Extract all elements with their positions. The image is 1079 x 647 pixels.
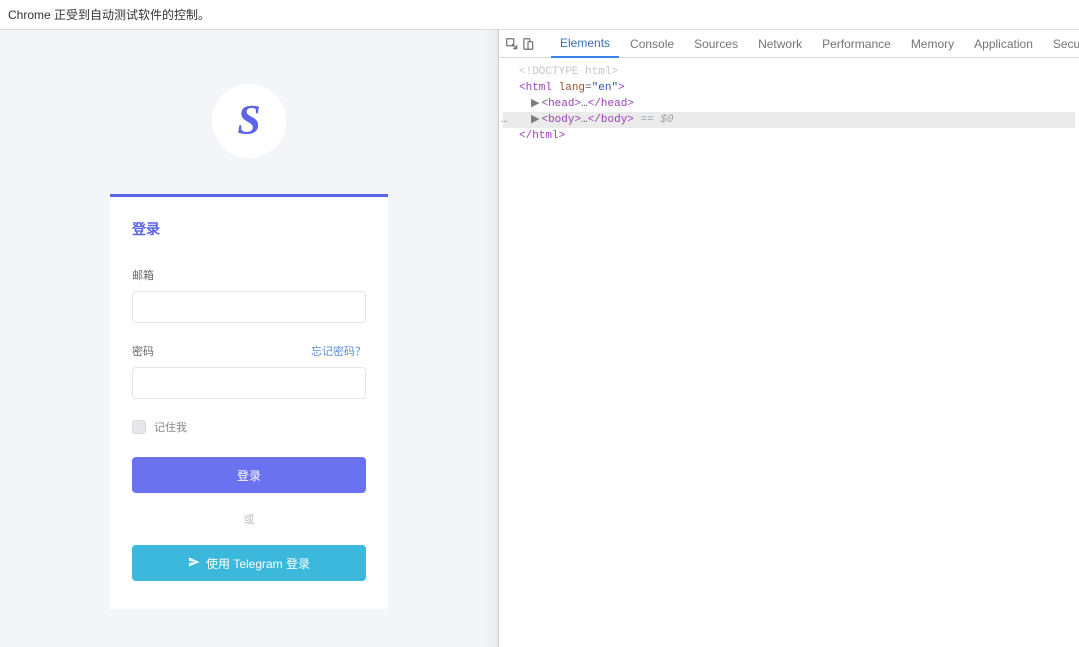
dom-html-open[interactable]: <html lang="en"> (503, 80, 1075, 96)
tab-sources[interactable]: Sources (685, 30, 747, 58)
login-card: 登录 邮箱 密码 忘记密码？ 记住我 登录 或 使 (110, 194, 388, 609)
scroll-shadow (484, 30, 498, 647)
tab-performance[interactable]: Performance (813, 30, 900, 58)
remember-me-checkbox[interactable] (132, 420, 146, 434)
remember-me-label: 记住我 (154, 419, 187, 435)
inspect-element-icon[interactable] (505, 34, 519, 54)
dom-doctype[interactable]: <!DOCTYPE html> (503, 64, 1075, 80)
automation-notice-bar: Chrome 正受到自动测试软件的控制。 (0, 0, 1079, 30)
app-logo: S (212, 84, 286, 158)
automation-notice-text: Chrome 正受到自动测试软件的控制。 (8, 8, 210, 22)
logo-letter: S (237, 97, 260, 145)
tab-security[interactable]: Security (1044, 30, 1079, 58)
tab-application[interactable]: Application (965, 30, 1042, 58)
forgot-password-link[interactable]: 忘记密码？ (311, 343, 366, 359)
workspace: S 登录 邮箱 密码 忘记密码？ 记住我 登录 或 (0, 30, 1079, 647)
password-field[interactable] (132, 367, 366, 399)
tab-elements[interactable]: Elements (551, 30, 619, 58)
paper-plane-icon (188, 556, 200, 571)
login-heading: 登录 (132, 219, 366, 239)
devtools-toolbar: Elements Console Sources Network Perform… (499, 30, 1079, 58)
tab-memory[interactable]: Memory (902, 30, 963, 58)
password-label: 密码 (132, 343, 154, 359)
dom-head[interactable]: ▶<head>…</head> (503, 96, 1075, 112)
login-button-label: 登录 (237, 467, 261, 484)
dom-body-selected[interactable]: ▶<body>…</body> == $0 (503, 112, 1075, 128)
tab-console[interactable]: Console (621, 30, 683, 58)
tab-network[interactable]: Network (749, 30, 811, 58)
divider-text: 或 (132, 511, 366, 527)
dom-tree[interactable]: <!DOCTYPE html> <html lang="en"> ▶<head>… (499, 58, 1079, 647)
telegram-button-label: 使用 Telegram 登录 (206, 555, 310, 572)
email-field[interactable] (132, 291, 366, 323)
page-content: S 登录 邮箱 密码 忘记密码？ 记住我 登录 或 (0, 30, 498, 647)
email-label: 邮箱 (132, 267, 154, 283)
devtools-panel: Elements Console Sources Network Perform… (498, 30, 1079, 647)
dom-html-close[interactable]: </html> (503, 128, 1075, 144)
login-button[interactable]: 登录 (132, 457, 366, 493)
device-toolbar-icon[interactable] (521, 34, 535, 54)
telegram-login-button[interactable]: 使用 Telegram 登录 (132, 545, 366, 581)
